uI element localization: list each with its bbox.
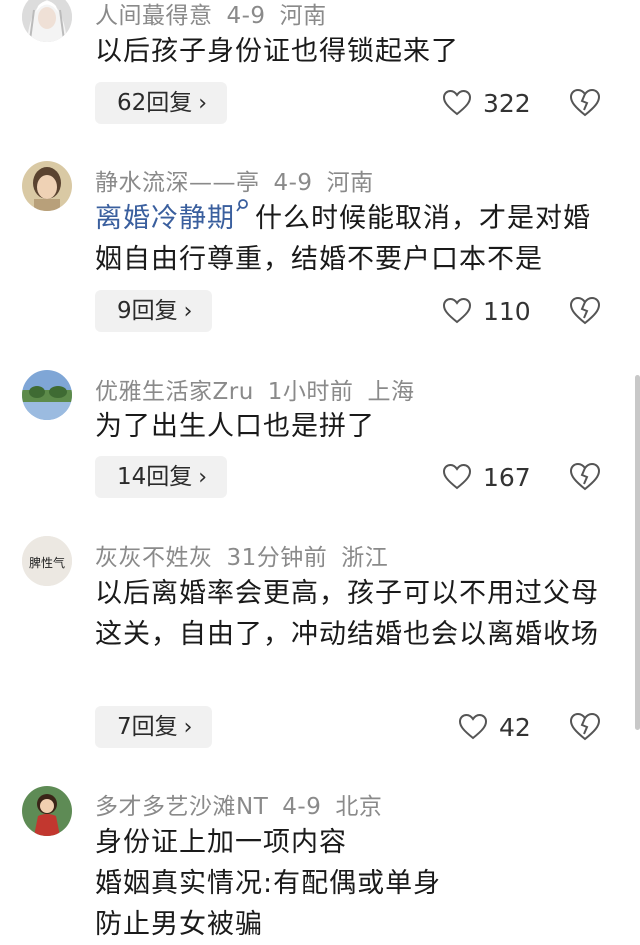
cartoon-girl-avatar-icon bbox=[22, 786, 72, 836]
topic-tag-link[interactable]: 离婚冷静期 bbox=[95, 199, 255, 234]
reply-count: 9回复 bbox=[117, 298, 178, 324]
like-count: 167 bbox=[483, 462, 531, 492]
username[interactable]: 静水流深——亭 bbox=[95, 170, 260, 196]
comment-text: 以后离婚率会更高，孩子可以不用过父母这关，自由了，冲动结婚也会以离婚收场 bbox=[95, 578, 599, 650]
like-button[interactable]: 167 bbox=[443, 456, 531, 498]
avatar[interactable] bbox=[22, 161, 72, 211]
chevron-right-icon: › bbox=[198, 91, 208, 116]
comment-text-line: 婚姻真实情况:有配偶或单身 bbox=[95, 868, 442, 899]
chevron-right-icon: › bbox=[183, 715, 193, 740]
search-icon bbox=[236, 199, 248, 212]
heart-outline-icon bbox=[443, 298, 471, 324]
comment-date: 4-9 bbox=[282, 794, 322, 820]
username[interactable]: 优雅生活家Zru bbox=[95, 379, 254, 405]
comment-date: 1小时前 bbox=[267, 379, 354, 405]
avatar[interactable] bbox=[22, 786, 72, 836]
comment-date: 4-9 bbox=[226, 3, 266, 29]
white-hair-anime-avatar-icon bbox=[22, 0, 72, 42]
chevron-right-icon: › bbox=[198, 465, 208, 490]
like-count: 322 bbox=[483, 88, 531, 118]
heart-outline-icon bbox=[459, 714, 487, 740]
username[interactable]: 多才多艺沙滩NT bbox=[95, 794, 268, 820]
comment-date: 4-9 bbox=[273, 170, 313, 196]
view-replies-button[interactable]: 7回复 › bbox=[95, 706, 213, 748]
comment-location: 北京 bbox=[335, 794, 383, 820]
comment-text: 以后孩子身份证也得锁起来了 bbox=[95, 36, 459, 67]
comment-location: 河南 bbox=[279, 3, 327, 29]
like-button[interactable]: 322 bbox=[443, 82, 531, 124]
comment-meta: 多才多艺沙滩NT 4-9 北京 bbox=[95, 787, 396, 821]
comment-text: 身份证上加一项内容 婚姻真实情况:有配偶或单身 防止男女被骗 bbox=[95, 822, 615, 945]
avatar-text: 脾性气 bbox=[29, 555, 65, 570]
heart-outline-icon bbox=[443, 90, 471, 116]
comment-location: 浙江 bbox=[341, 545, 389, 571]
comment-meta: 静水流深——亭 4-9 河南 bbox=[95, 163, 388, 197]
chevron-right-icon: › bbox=[183, 299, 193, 324]
heart-outline-icon bbox=[443, 464, 471, 490]
comment-text: 离婚冷静期 什么时候能取消，才是对婚姻自由行尊重，结婚不要户口本不是 bbox=[95, 198, 615, 280]
comment-text-line: 防止男女被骗 bbox=[95, 909, 263, 940]
view-replies-button[interactable]: 9回复 › bbox=[95, 290, 213, 332]
reply-count: 7回复 bbox=[117, 714, 178, 740]
comment-text-line: 身份证上加一项内容 bbox=[95, 827, 347, 858]
username[interactable]: 灰灰不姓灰 bbox=[95, 545, 213, 571]
landscape-avatar-icon bbox=[22, 370, 72, 420]
avatar[interactable] bbox=[22, 370, 72, 420]
comment-text: 为了出生人口也是拼了 bbox=[95, 411, 375, 442]
reply-count: 62回复 bbox=[117, 90, 193, 116]
comment-meta: 灰灰不姓灰 31分钟前 浙江 bbox=[95, 538, 402, 572]
scrollbar[interactable] bbox=[635, 375, 640, 730]
broken-heart-icon bbox=[569, 88, 601, 117]
girl-portrait-avatar-icon bbox=[22, 161, 72, 211]
like-count: 110 bbox=[483, 296, 531, 326]
calligraphy-avatar-icon: 脾性气 bbox=[22, 536, 72, 586]
broken-heart-icon bbox=[569, 712, 601, 741]
like-count: 42 bbox=[499, 712, 531, 742]
reply-count: 14回复 bbox=[117, 464, 193, 490]
topic-tag-label: 离婚冷静期 bbox=[95, 203, 235, 234]
comment-location: 河南 bbox=[326, 170, 374, 196]
comment-meta: 优雅生活家Zru 1小时前 上海 bbox=[95, 372, 428, 406]
dislike-button[interactable] bbox=[569, 296, 601, 327]
avatar[interactable]: 脾性气 bbox=[22, 536, 72, 586]
broken-heart-icon bbox=[569, 296, 601, 325]
dislike-button[interactable] bbox=[569, 88, 601, 119]
broken-heart-icon bbox=[569, 462, 601, 491]
avatar[interactable] bbox=[22, 0, 72, 42]
view-replies-button[interactable]: 62回复 › bbox=[95, 82, 228, 124]
like-button[interactable]: 110 bbox=[443, 290, 531, 332]
like-button[interactable]: 42 bbox=[459, 706, 531, 748]
comment-date: 31分钟前 bbox=[226, 545, 328, 571]
username[interactable]: 人间蕞得意 bbox=[95, 3, 213, 29]
comment-location: 上海 bbox=[367, 379, 415, 405]
dislike-button[interactable] bbox=[569, 462, 601, 493]
comment-meta: 人间蕞得意 4-9 河南 bbox=[95, 0, 341, 30]
view-replies-button[interactable]: 14回复 › bbox=[95, 456, 228, 498]
dislike-button[interactable] bbox=[569, 712, 601, 743]
